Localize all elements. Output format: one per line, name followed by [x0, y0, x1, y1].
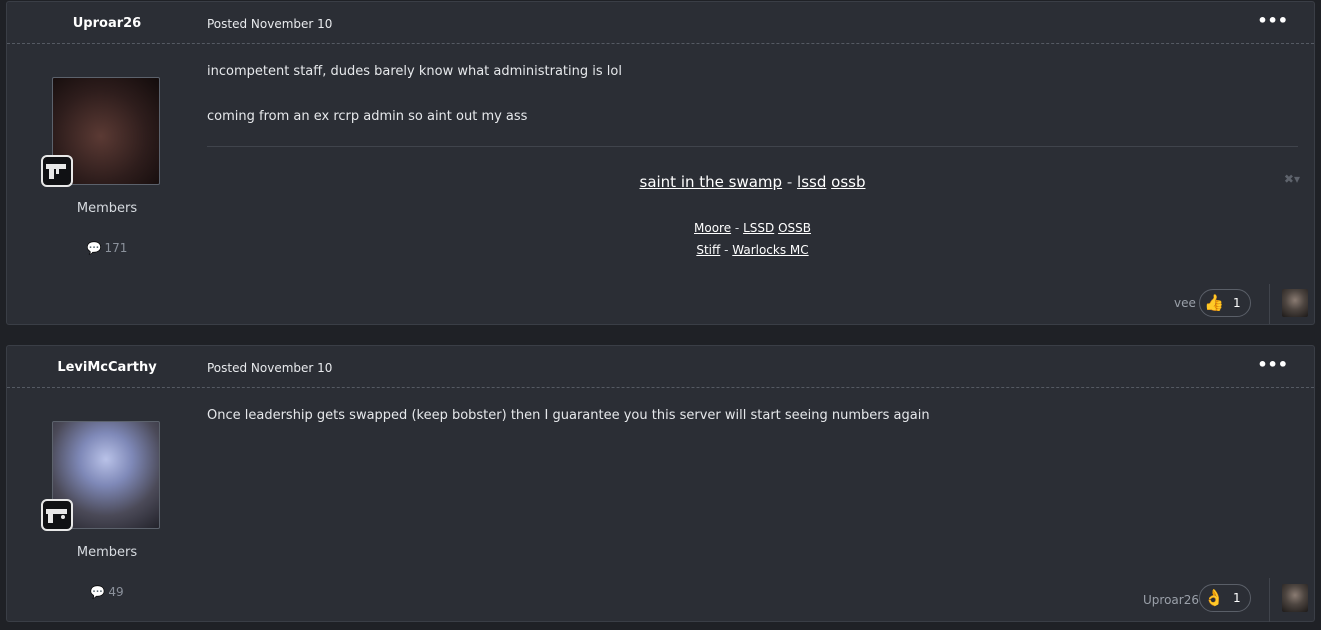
- signature-link[interactable]: Moore: [694, 221, 731, 235]
- post-count-value: 49: [108, 585, 124, 599]
- signature-link[interactable]: LSSD: [743, 221, 774, 235]
- signature-line: saint in the swamp - lssd ossb: [639, 173, 866, 191]
- reactor-avatar[interactable]: [1282, 584, 1308, 612]
- ok-hand-icon: 👌: [1204, 588, 1224, 607]
- post-count[interactable]: 💬 49: [7, 585, 207, 599]
- author-name[interactable]: LeviMcCarthy: [7, 360, 207, 375]
- signature-link[interactable]: ossb: [831, 173, 865, 191]
- post-paragraph: coming from an ex rcrp admin so aint out…: [207, 109, 528, 124]
- post-date[interactable]: Posted November 10: [207, 361, 332, 375]
- reaction-count: 1: [1233, 296, 1241, 310]
- post-2: LeviMcCarthy Posted November 10 ••• Memb…: [6, 345, 1315, 622]
- signature-line: Stiff - Warlocks MC: [696, 243, 809, 257]
- reaction-user[interactable]: Uproar26: [1143, 593, 1199, 607]
- reaction-button[interactable]: 👍 1: [1199, 289, 1251, 317]
- header-divider: [7, 43, 1314, 44]
- ellipsis-icon[interactable]: •••: [1257, 355, 1288, 374]
- post-paragraph: Once leadership gets swapped (keep bobst…: [207, 408, 930, 423]
- signature-divider: [207, 146, 1298, 147]
- reaction-divider: [1269, 284, 1270, 324]
- reactor-avatar[interactable]: [1282, 289, 1308, 317]
- reaction-button[interactable]: 👌 1: [1199, 584, 1251, 612]
- reaction-user[interactable]: vee: [1174, 296, 1196, 310]
- member-group: Members: [76, 201, 138, 216]
- post-1: Uproar26 Posted November 10 ••• Members …: [6, 1, 1315, 325]
- reaction-divider: [1269, 578, 1270, 622]
- signature-link[interactable]: saint in the swamp: [640, 173, 783, 191]
- header-divider: [7, 387, 1314, 388]
- author-name[interactable]: Uproar26: [7, 16, 207, 31]
- gun-badge-icon: [41, 499, 73, 531]
- signature-link[interactable]: Stiff: [696, 243, 720, 257]
- gun-badge-icon: [41, 155, 73, 187]
- close-icon[interactable]: ✖▾: [1284, 172, 1300, 186]
- signature-link[interactable]: OSSB: [778, 221, 811, 235]
- post-count[interactable]: 💬 171: [7, 241, 207, 255]
- signature-link[interactable]: Warlocks MC: [732, 243, 808, 257]
- comment-icon: 💬: [86, 241, 102, 255]
- post-date[interactable]: Posted November 10: [207, 17, 332, 31]
- signature-line: Moore - LSSD OSSB: [694, 221, 811, 235]
- member-group: Members: [76, 545, 138, 560]
- signature-link[interactable]: lssd: [797, 173, 826, 191]
- comment-icon: 💬: [90, 585, 106, 599]
- reaction-count: 1: [1233, 591, 1241, 605]
- ellipsis-icon[interactable]: •••: [1257, 11, 1288, 30]
- thumbs-up-icon: 👍: [1204, 293, 1224, 312]
- post-paragraph: incompetent staff, dudes barely know wha…: [207, 64, 622, 79]
- post-count-value: 171: [104, 241, 128, 255]
